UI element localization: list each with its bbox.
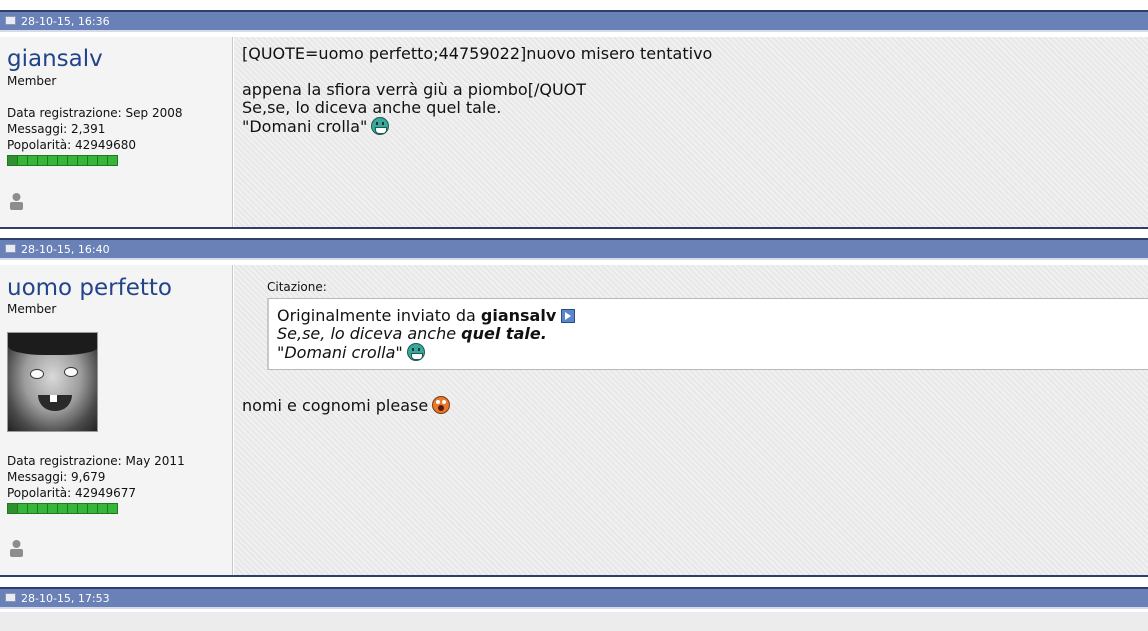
post-header: 28-10-15, 17:53 — [0, 587, 1148, 609]
reputation-pip — [107, 155, 118, 166]
post-icon — [5, 593, 16, 602]
reputation-bar — [7, 503, 118, 514]
quote-prefix: Originalmente inviato da — [277, 306, 476, 325]
quote-text: Se,se, lo diceva anche — [277, 324, 462, 343]
message-text: nomi e cognomi please — [242, 396, 451, 415]
post-date: 28-10-15, 16:40 — [21, 243, 110, 256]
message-content: [QUOTE=uomo perfetto;44759022]nuovo mise… — [234, 37, 1148, 227]
quote-attribution: Originalmente inviato da giansalv — [277, 306, 576, 325]
registration-date: Data registrazione: Sep 2008 — [7, 106, 183, 120]
post-date: 28-10-15, 17:53 — [21, 592, 110, 605]
next-post-body — [0, 612, 1148, 631]
grin-smiley-icon — [371, 117, 390, 135]
quote-label: Citazione: — [267, 280, 327, 294]
avatar-eye — [30, 369, 44, 379]
user-profile-icon[interactable] — [8, 538, 25, 558]
popularity: Popolarità: 42949677 — [7, 486, 137, 500]
message-count: Messaggi: 2,391 — [7, 122, 106, 136]
post: giansalv Member Data registrazione: Sep … — [0, 37, 1148, 229]
quote-line: Se,se, lo diceva anche quel tale. — [277, 325, 547, 343]
user-profile-icon[interactable] — [8, 191, 25, 211]
user-stats: Data registrazione: Sep 2008 Messaggi: 2… — [7, 105, 183, 153]
post-icon — [5, 16, 16, 25]
shock-smiley-icon — [432, 396, 451, 414]
message-count: Messaggi: 9,679 — [7, 470, 106, 484]
popularity: Popolarità: 42949680 — [7, 138, 137, 152]
quote-box: Originalmente inviato da giansalv Se,se,… — [267, 298, 1148, 370]
reputation-bar — [7, 155, 118, 166]
post-icon — [5, 244, 16, 253]
quote-text: "Domani crolla" — [277, 343, 403, 362]
quote-text-bold: quel tale. — [461, 324, 547, 343]
user-info-panel: giansalv Member Data registrazione: Sep … — [0, 37, 233, 227]
quote-line: "Domani crolla" — [277, 343, 425, 362]
avatar-tooth — [50, 395, 57, 402]
message-content: Citazione: Originalmente inviato da gian… — [234, 265, 1148, 575]
grin-smiley-icon — [406, 343, 425, 361]
avatar-eye — [64, 367, 78, 377]
go-to-post-icon[interactable] — [561, 309, 576, 323]
user-stats: Data registrazione: May 2011 Messaggi: 9… — [7, 453, 185, 501]
user-rank: Member — [7, 302, 57, 316]
message-line: "Domani crolla" — [242, 117, 368, 136]
message-line: appena la sfiora verrà giù a piombo[/QUO… — [242, 80, 587, 99]
message-text: [QUOTE=uomo perfetto;44759022]nuovo mise… — [242, 45, 712, 136]
user-info-panel: uomo perfetto Member Data registrazione:… — [0, 265, 233, 575]
user-rank: Member — [7, 74, 57, 88]
username-link[interactable]: giansalv — [7, 46, 103, 72]
reputation-pip — [107, 503, 118, 514]
post-header: 28-10-15, 16:40 — [0, 238, 1148, 260]
registration-date: Data registrazione: May 2011 — [7, 454, 185, 468]
post-header: 28-10-15, 16:36 — [0, 10, 1148, 32]
message-line: [QUOTE=uomo perfetto;44759022]nuovo mise… — [242, 44, 713, 63]
quote-author: giansalv — [480, 306, 557, 325]
avatar-hair — [8, 333, 97, 355]
post: uomo perfetto Member Data registrazione:… — [0, 265, 1148, 577]
avatar — [7, 332, 98, 432]
post-date: 28-10-15, 16:36 — [21, 15, 110, 28]
message-line: nomi e cognomi please — [242, 396, 429, 415]
message-line: Se,se, lo diceva anche quel tale. — [242, 98, 502, 117]
username-link[interactable]: uomo perfetto — [7, 275, 172, 301]
